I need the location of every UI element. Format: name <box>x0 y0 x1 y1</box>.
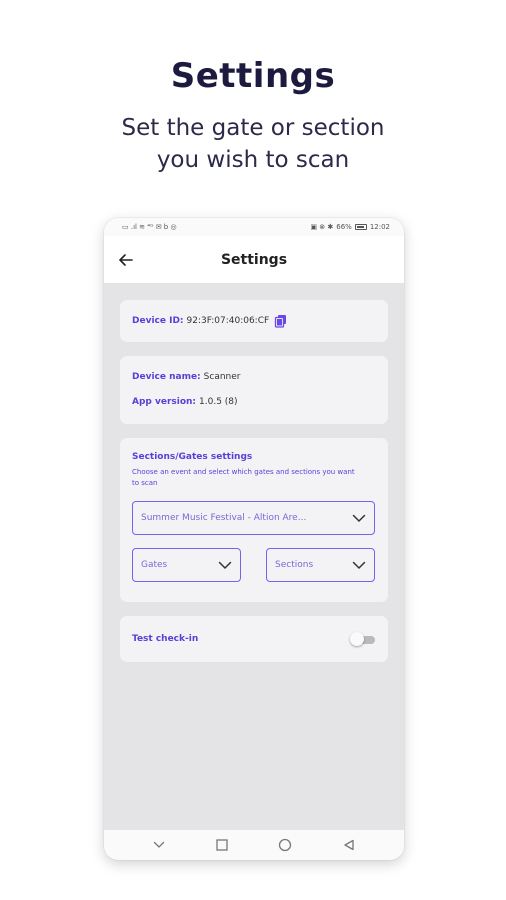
app-bar: Settings <box>104 236 404 284</box>
device-name-label: Device name: <box>132 372 201 382</box>
promo-subtitle-line-2: you wish to scan <box>156 147 350 173</box>
sections-gates-description: Choose an event and select which gates a… <box>132 468 355 487</box>
test-checkin-label: Test check-in <box>132 634 199 644</box>
back-button[interactable] <box>116 250 136 270</box>
sections-gates-title: Sections/Gates settings <box>132 452 253 462</box>
event-select-value: Summer Music Festival - Altion Are... <box>141 513 307 523</box>
status-icons-left: ▭ .ıl ≋ ⁴ᴳ ✉ b ◎ <box>122 223 177 231</box>
promo-subtitle-line-1: Set the gate or section <box>121 115 385 141</box>
test-checkin-card: Test check-in <box>120 616 388 662</box>
gates-select-value: Gates <box>141 560 168 570</box>
gates-select[interactable]: Gates <box>132 548 241 582</box>
sections-select[interactable]: Sections <box>266 548 375 582</box>
battery-percent: 66% <box>336 223 352 231</box>
chevron-down-icon <box>352 561 366 570</box>
chevron-down-icon[interactable] <box>153 841 165 849</box>
android-nav-bar <box>104 830 404 860</box>
settings-content: Device ID: 92:3F:07:40:06:CF Device name… <box>104 284 404 662</box>
gate-section-selects: Gates Sections <box>132 548 375 582</box>
test-checkin-toggle[interactable] <box>350 632 376 646</box>
device-name-row: Device name: Scanner <box>132 372 376 382</box>
chevron-down-icon <box>352 514 366 523</box>
phone-screen: ▭ .ıl ≋ ⁴ᴳ ✉ b ◎ ▣ ⊗ ✱ 66% 12:02 Setting… <box>104 218 404 860</box>
sections-select-value: Sections <box>275 560 314 570</box>
device-info-card: Device name: Scanner App version: 1.0.5 … <box>120 356 388 424</box>
nfc-icon: ▣ ⊗ ✱ <box>310 223 334 231</box>
promo-title: Settings <box>170 56 336 96</box>
chevron-down-icon <box>218 561 232 570</box>
sections-gates-card: Sections/Gates settings Choose an event … <box>120 438 388 602</box>
toggle-knob <box>350 632 364 646</box>
device-id-row: Device ID: 92:3F:07:40:06:CF <box>132 314 288 328</box>
status-bar: ▭ .ıl ≋ ⁴ᴳ ✉ b ◎ ▣ ⊗ ✱ 66% 12:02 <box>104 218 404 236</box>
square-icon[interactable] <box>216 839 228 851</box>
device-name-value: Scanner <box>203 372 241 382</box>
event-select[interactable]: Summer Music Festival - Altion Are... <box>132 501 375 535</box>
app-version-label: App version: <box>132 397 197 407</box>
device-id-label: Device ID: <box>132 316 184 326</box>
app-version-value: 1.0.5 (8) <box>199 397 238 407</box>
app-version-row: App version: 1.0.5 (8) <box>132 397 376 407</box>
device-id-value: 92:3F:07:40:06:CF <box>186 316 270 326</box>
device-id-card: Device ID: 92:3F:07:40:06:CF <box>120 300 388 342</box>
arrow-left-icon <box>119 254 133 266</box>
triangle-back-icon[interactable] <box>343 839 355 851</box>
status-glyphs: ▭ .ıl ≋ ⁴ᴳ ✉ b ◎ <box>122 223 177 231</box>
promo-subtitle: Set the gate or section you wish to scan <box>0 112 506 176</box>
status-time: 12:02 <box>369 223 390 231</box>
copy-icon[interactable] <box>274 314 288 328</box>
circle-icon[interactable] <box>278 838 292 852</box>
page-title: Settings <box>220 251 288 268</box>
battery-icon <box>354 224 367 230</box>
status-icons-right: ▣ ⊗ ✱ 66% 12:02 <box>310 223 390 231</box>
